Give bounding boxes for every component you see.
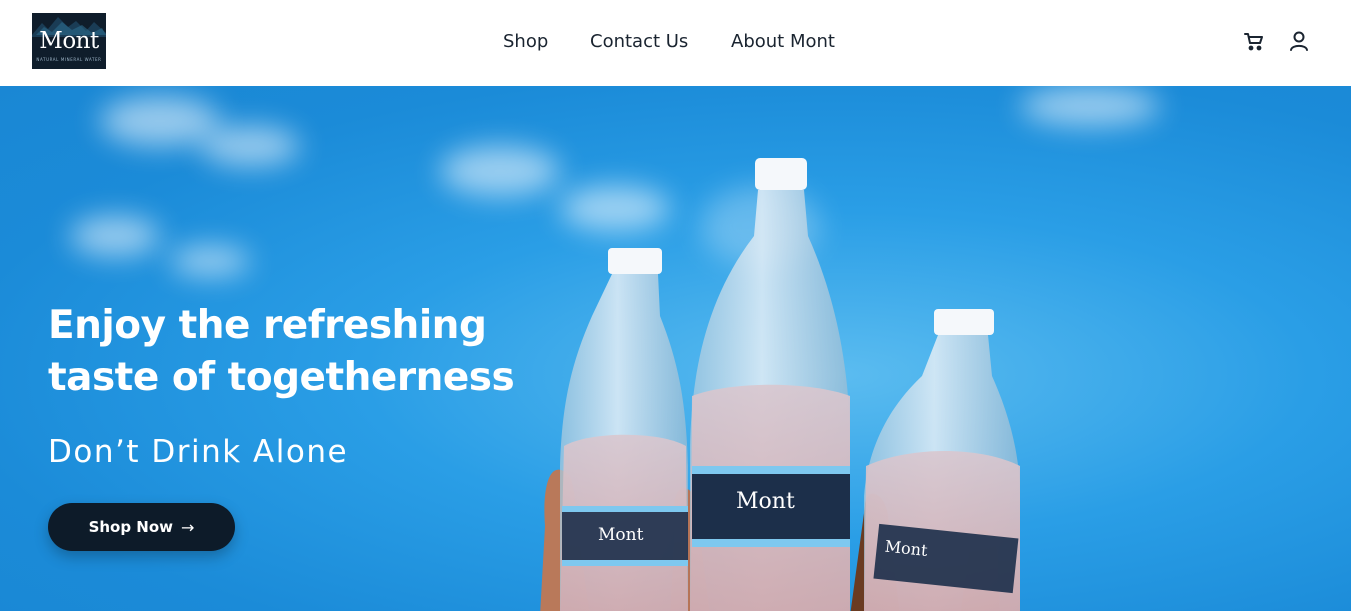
nav-item-contact-us[interactable]: Contact Us (590, 30, 688, 54)
cloud-shape (70, 216, 160, 256)
cloud-shape (1020, 86, 1160, 126)
bottle-center: Mont (690, 158, 850, 611)
nav-item-about-mont[interactable]: About Mont (731, 30, 835, 54)
hero-banner: Enjoy the refreshing taste of togetherne… (0, 86, 1351, 611)
bottle-right: Mont (864, 309, 1020, 611)
hero-subtitle: Don’t Drink Alone (48, 434, 349, 470)
main-nav: Shop Contact Us About Mont (0, 30, 1351, 56)
shop-now-button[interactable]: Shop Now → (48, 503, 235, 551)
logo-tagline: NATURAL MINERAL WATER (36, 57, 102, 62)
site-header: Mont NATURAL MINERAL WATER Shop Contact … (0, 0, 1351, 86)
user-icon (1290, 31, 1308, 51)
hero-headline-line1: Enjoy the refreshing (48, 303, 487, 348)
cart-button[interactable] (1242, 29, 1266, 53)
arrow-right-icon: → (181, 517, 195, 537)
bottles-illustration: Mont Mont Mont (540, 158, 1020, 611)
bottle-label-text: Mont (736, 489, 795, 514)
hero-headline-line2: taste of togetherness (48, 355, 515, 400)
cart-icon (1244, 33, 1263, 51)
bottle-label-text: Mont (598, 525, 644, 545)
cloud-shape (170, 246, 250, 276)
account-button[interactable] (1287, 29, 1311, 53)
nav-item-shop[interactable]: Shop (503, 30, 548, 54)
cloud-shape (200, 126, 300, 166)
hero-headline: Enjoy the refreshing taste of togetherne… (48, 300, 568, 404)
bottle-left: Mont (560, 248, 688, 611)
shop-now-label: Shop Now (88, 518, 174, 536)
